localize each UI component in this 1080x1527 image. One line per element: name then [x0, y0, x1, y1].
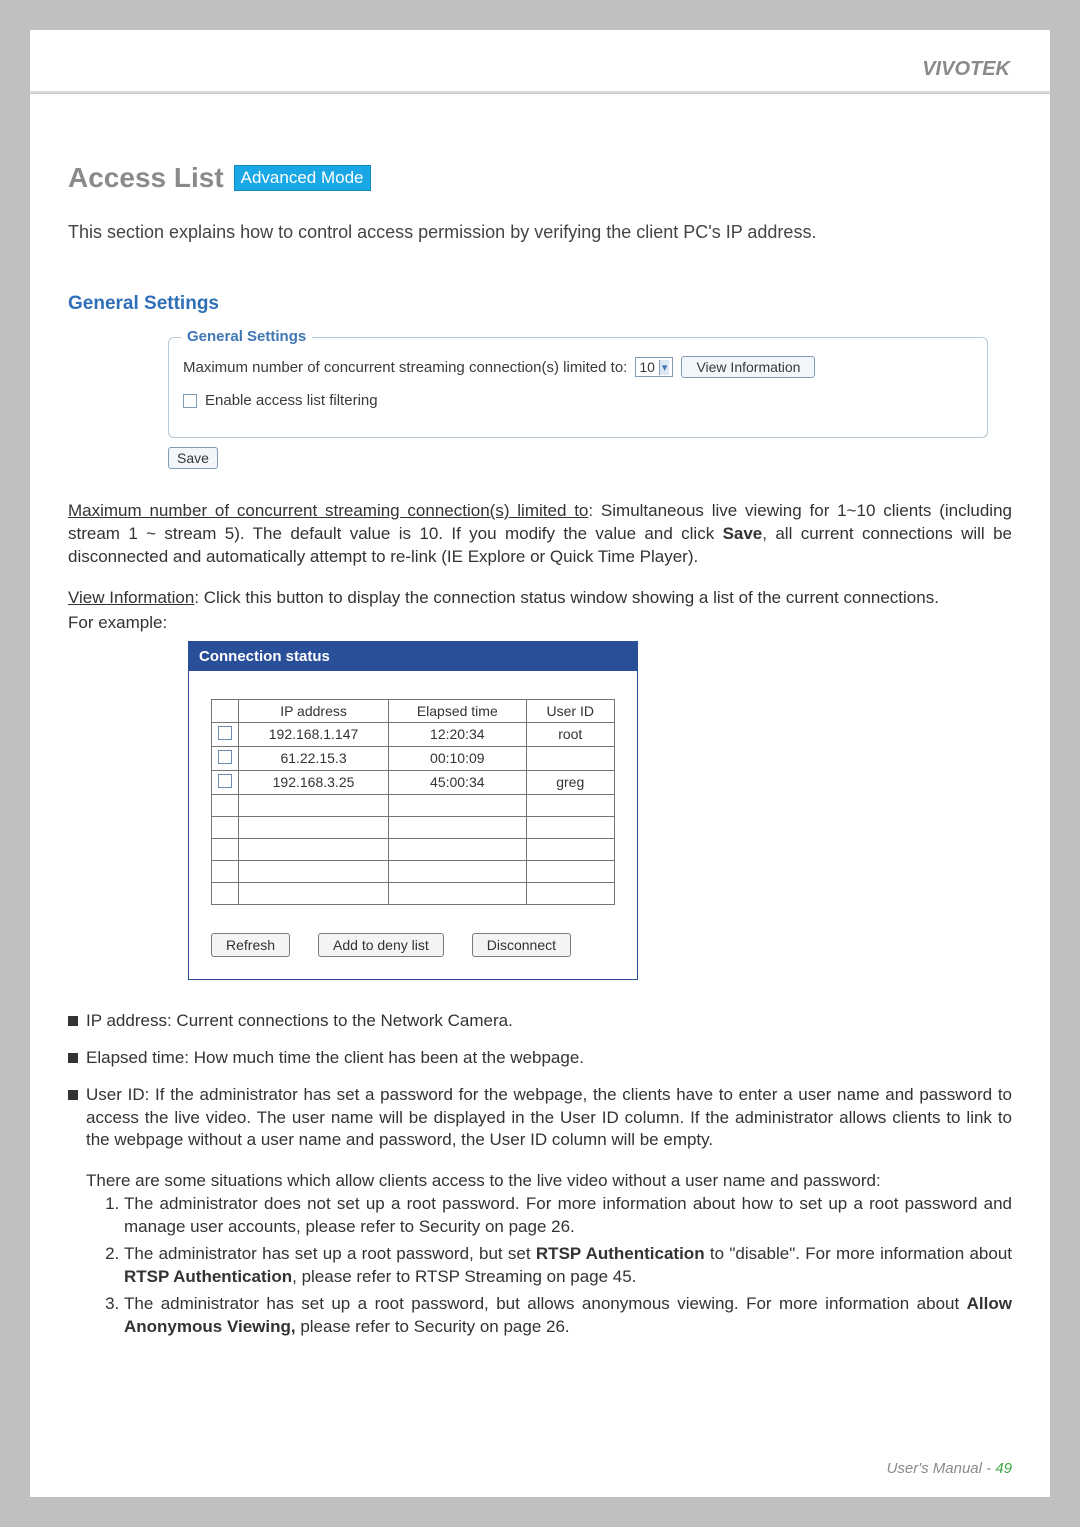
bullet-icon — [68, 1090, 78, 1100]
col-elapsed: Elapsed time — [389, 699, 526, 722]
bullet-user-id: User ID: If the administrator has set a … — [68, 1084, 1012, 1343]
window-title: Connection status — [189, 642, 637, 671]
max-connections-select[interactable]: 10 ▾ — [635, 357, 673, 377]
table-row — [212, 838, 615, 860]
refresh-button[interactable]: Refresh — [211, 933, 290, 957]
table-row: 192.168.1.14712:20:34root — [212, 722, 615, 746]
advanced-mode-badge: Advanced Mode — [234, 165, 371, 191]
for-example-label: For example: — [68, 612, 1012, 635]
row-checkbox[interactable] — [218, 774, 232, 788]
section-general-settings: General Settings — [68, 293, 1012, 315]
situation-1: The administrator does not set up a root… — [124, 1193, 1012, 1239]
add-to-deny-list-button[interactable]: Add to deny list — [318, 933, 444, 957]
brand-header: VIVOTEK — [30, 30, 1050, 93]
row-checkbox[interactable] — [218, 726, 232, 740]
col-ip: IP address — [239, 699, 389, 722]
save-button[interactable]: Save — [168, 447, 218, 469]
col-user: User ID — [526, 699, 614, 722]
paragraph-max-connections: Maximum number of concurrent streaming c… — [68, 500, 1012, 569]
page-title: Access List — [68, 162, 224, 194]
page-footer: User's Manual - 49 — [887, 1460, 1012, 1477]
max-connections-label: Maximum number of concurrent streaming c… — [183, 359, 627, 376]
situation-3: The administrator has set up a root pass… — [124, 1293, 1012, 1339]
disconnect-button[interactable]: Disconnect — [472, 933, 571, 957]
connection-status-window: Connection status IP address Elapsed tim… — [188, 641, 638, 980]
view-information-button[interactable]: View Information — [681, 356, 815, 378]
chevron-down-icon: ▾ — [659, 360, 670, 375]
divider — [30, 93, 1050, 94]
situations-intro: There are some situations which allow cl… — [86, 1170, 1012, 1193]
enable-filtering-checkbox[interactable] — [183, 394, 197, 408]
situations-list: The administrator does not set up a root… — [124, 1193, 1012, 1339]
bullet-icon — [68, 1016, 78, 1026]
table-row — [212, 816, 615, 838]
table-header-row: IP address Elapsed time User ID — [212, 699, 615, 722]
intro-text: This section explains how to control acc… — [68, 222, 1012, 243]
enable-filtering-label: Enable access list filtering — [205, 392, 378, 409]
row-checkbox[interactable] — [218, 750, 232, 764]
situation-2: The administrator has set up a root pass… — [124, 1243, 1012, 1289]
table-row — [212, 794, 615, 816]
table-row: 61.22.15.300:10:09 — [212, 746, 615, 770]
paragraph-view-information: View Information: Click this button to d… — [68, 587, 1012, 610]
table-row — [212, 882, 615, 904]
fieldset-legend: General Settings — [181, 328, 312, 345]
bullet-elapsed-time: Elapsed time: How much time the client h… — [68, 1047, 1012, 1070]
connection-table: IP address Elapsed time User ID 192.168.… — [211, 699, 615, 905]
general-settings-panel: General Settings Maximum number of concu… — [168, 337, 988, 438]
table-row — [212, 860, 615, 882]
bullet-icon — [68, 1053, 78, 1063]
table-row: 192.168.3.2545:00:34greg — [212, 770, 615, 794]
bullet-ip-address: IP address: Current connections to the N… — [68, 1010, 1012, 1033]
